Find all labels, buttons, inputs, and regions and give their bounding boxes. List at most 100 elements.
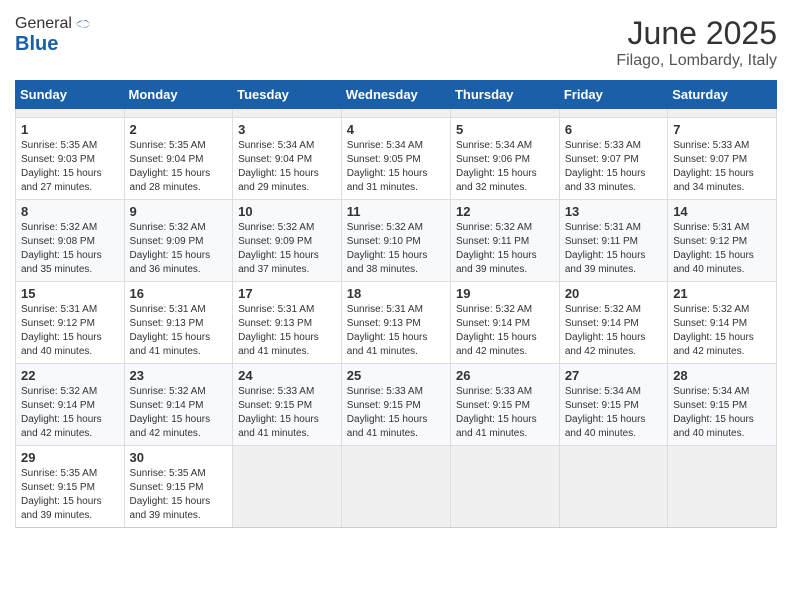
day-number: 1	[21, 122, 119, 137]
table-cell: 16Sunrise: 5:31 AM Sunset: 9:13 PM Dayli…	[124, 282, 233, 364]
table-cell: 15 Sunrise: 5:31 AM Sunset: 9:12 PM Dayli…	[16, 282, 125, 364]
col-friday: Friday	[559, 81, 667, 109]
day-info: Sunrise: 5:32 AM Sunset: 9:09 PM Dayligh…	[238, 221, 336, 277]
col-tuesday: Tuesday	[233, 81, 342, 109]
logo-general-text: General	[15, 15, 72, 33]
table-cell: 21Sunrise: 5:32 AM Sunset: 9:14 PM Dayli…	[668, 282, 777, 364]
col-monday: Monday	[124, 81, 233, 109]
table-cell	[450, 109, 559, 118]
day-number: 17	[238, 286, 336, 301]
table-cell: 4Sunrise: 5:34 AM Sunset: 9:05 PM Daylig…	[341, 118, 450, 200]
table-cell: 13 Sunrise: 5:31 AM Sunset: 9:11 PM Dayli…	[559, 200, 667, 282]
day-info: Sunrise: 5:35 AM Sunset: 9:03 PM Dayligh…	[21, 139, 119, 195]
day-info: Sunrise: 5:31 AM Sunset: 9:12 PM Dayligh…	[21, 303, 119, 359]
table-cell: 29Sunrise: 5:35 AM Sunset: 9:15 PM Dayli…	[16, 446, 125, 528]
col-wednesday: Wednesday	[341, 81, 450, 109]
day-number: 5	[456, 122, 554, 137]
day-info: Sunrise: 5:32 AM Sunset: 9:08 PM Dayligh…	[21, 221, 119, 277]
day-info: Sunrise: 5:34 AM Sunset: 9:06 PM Dayligh…	[456, 139, 554, 195]
day-info: Sunrise: 5:34 AM Sunset: 9:15 PM Dayligh…	[565, 385, 662, 441]
logo-icon	[74, 15, 92, 33]
day-number: 13	[565, 204, 662, 219]
table-cell: 8 Sunrise: 5:32 AM Sunset: 9:08 PM Daylig…	[16, 200, 125, 282]
day-number: 2	[130, 122, 228, 137]
table-cell: 30Sunrise: 5:35 AM Sunset: 9:15 PM Dayli…	[124, 446, 233, 528]
day-number: 11	[347, 204, 445, 219]
day-number: 30	[130, 450, 228, 465]
table-cell	[341, 109, 450, 118]
table-cell: 5 Sunrise: 5:34 AM Sunset: 9:06 PM Daylig…	[450, 118, 559, 200]
day-info: Sunrise: 5:35 AM Sunset: 9:04 PM Dayligh…	[130, 139, 228, 195]
table-cell: 23 Sunrise: 5:32 AM Sunset: 9:14 PM Dayli…	[124, 364, 233, 446]
day-number: 16	[130, 286, 228, 301]
day-info: Sunrise: 5:33 AM Sunset: 9:15 PM Dayligh…	[456, 385, 554, 441]
day-number: 7	[673, 122, 771, 137]
col-thursday: Thursday	[450, 81, 559, 109]
calendar-week-6: 29Sunrise: 5:35 AM Sunset: 9:15 PM Dayli…	[16, 446, 777, 528]
col-sunday: Sunday	[16, 81, 125, 109]
page-header: General Blue June 2025 Filago, Lombardy,…	[15, 15, 777, 70]
day-number: 8	[21, 204, 119, 219]
table-cell: 11 Sunrise: 5:32 AM Sunset: 9:10 PM Dayli…	[341, 200, 450, 282]
col-saturday: Saturday	[668, 81, 777, 109]
table-cell: 22 Sunrise: 5:32 AM Sunset: 9:14 PM Dayli…	[16, 364, 125, 446]
subtitle: Filago, Lombardy, Italy	[616, 52, 777, 70]
table-cell: 6 Sunrise: 5:33 AM Sunset: 9:07 PM Daylig…	[559, 118, 667, 200]
day-number: 28	[673, 368, 771, 383]
table-cell: 19 Sunrise: 5:32 AM Sunset: 9:14 PM Dayli…	[450, 282, 559, 364]
day-number: 14	[673, 204, 771, 219]
calendar-week-3: 8 Sunrise: 5:32 AM Sunset: 9:08 PM Daylig…	[16, 200, 777, 282]
table-cell: 18Sunrise: 5:31 AM Sunset: 9:13 PM Dayli…	[341, 282, 450, 364]
table-cell: 26Sunrise: 5:33 AM Sunset: 9:15 PM Dayli…	[450, 364, 559, 446]
day-number: 27	[565, 368, 662, 383]
day-info: Sunrise: 5:33 AM Sunset: 9:07 PM Dayligh…	[565, 139, 662, 195]
logo-blue-text: Blue	[15, 33, 92, 56]
day-number: 22	[21, 368, 119, 383]
main-title: June 2025	[616, 15, 777, 52]
calendar-week-2: 1 Sunrise: 5:35 AM Sunset: 9:03 PM Daylig…	[16, 118, 777, 200]
calendar-week-4: 15 Sunrise: 5:31 AM Sunset: 9:12 PM Dayli…	[16, 282, 777, 364]
table-cell: 28 Sunrise: 5:34 AM Sunset: 9:15 PM Dayli…	[668, 364, 777, 446]
day-info: Sunrise: 5:33 AM Sunset: 9:07 PM Dayligh…	[673, 139, 771, 195]
day-info: Sunrise: 5:32 AM Sunset: 9:09 PM Dayligh…	[130, 221, 228, 277]
table-cell: 9Sunrise: 5:32 AM Sunset: 9:09 PM Daylig…	[124, 200, 233, 282]
day-number: 23	[130, 368, 228, 383]
day-number: 29	[21, 450, 119, 465]
day-number: 15	[21, 286, 119, 301]
table-cell: 14Sunrise: 5:31 AM Sunset: 9:12 PM Dayli…	[668, 200, 777, 282]
day-number: 21	[673, 286, 771, 301]
day-info: Sunrise: 5:34 AM Sunset: 9:04 PM Dayligh…	[238, 139, 336, 195]
table-cell: 3 Sunrise: 5:34 AM Sunset: 9:04 PM Daylig…	[233, 118, 342, 200]
table-cell	[668, 446, 777, 528]
logo: General Blue	[15, 15, 92, 56]
day-info: Sunrise: 5:32 AM Sunset: 9:14 PM Dayligh…	[21, 385, 119, 441]
day-info: Sunrise: 5:32 AM Sunset: 9:14 PM Dayligh…	[565, 303, 662, 359]
day-info: Sunrise: 5:31 AM Sunset: 9:11 PM Dayligh…	[565, 221, 662, 277]
table-cell	[233, 446, 342, 528]
calendar-header-row: Sunday Monday Tuesday Wednesday Thursday…	[16, 81, 777, 109]
day-number: 20	[565, 286, 662, 301]
day-number: 19	[456, 286, 554, 301]
table-cell	[233, 109, 342, 118]
table-cell	[341, 446, 450, 528]
day-number: 24	[238, 368, 336, 383]
table-cell: 27 Sunrise: 5:34 AM Sunset: 9:15 PM Dayli…	[559, 364, 667, 446]
day-info: Sunrise: 5:33 AM Sunset: 9:15 PM Dayligh…	[347, 385, 445, 441]
table-cell: 2 Sunrise: 5:35 AM Sunset: 9:04 PM Daylig…	[124, 118, 233, 200]
table-cell	[559, 109, 667, 118]
table-cell: 1 Sunrise: 5:35 AM Sunset: 9:03 PM Daylig…	[16, 118, 125, 200]
day-info: Sunrise: 5:32 AM Sunset: 9:10 PM Dayligh…	[347, 221, 445, 277]
day-number: 3	[238, 122, 336, 137]
calendar-table: Sunday Monday Tuesday Wednesday Thursday…	[15, 80, 777, 528]
table-cell	[124, 109, 233, 118]
day-number: 4	[347, 122, 445, 137]
day-info: Sunrise: 5:32 AM Sunset: 9:14 PM Dayligh…	[130, 385, 228, 441]
table-cell: 12Sunrise: 5:32 AM Sunset: 9:11 PM Dayli…	[450, 200, 559, 282]
day-number: 12	[456, 204, 554, 219]
table-cell: 17Sunrise: 5:31 AM Sunset: 9:13 PM Dayli…	[233, 282, 342, 364]
day-info: Sunrise: 5:34 AM Sunset: 9:15 PM Dayligh…	[673, 385, 771, 441]
table-cell: 25Sunrise: 5:33 AM Sunset: 9:15 PM Dayli…	[341, 364, 450, 446]
day-info: Sunrise: 5:32 AM Sunset: 9:14 PM Dayligh…	[456, 303, 554, 359]
table-cell: 7 Sunrise: 5:33 AM Sunset: 9:07 PM Daylig…	[668, 118, 777, 200]
day-number: 6	[565, 122, 662, 137]
